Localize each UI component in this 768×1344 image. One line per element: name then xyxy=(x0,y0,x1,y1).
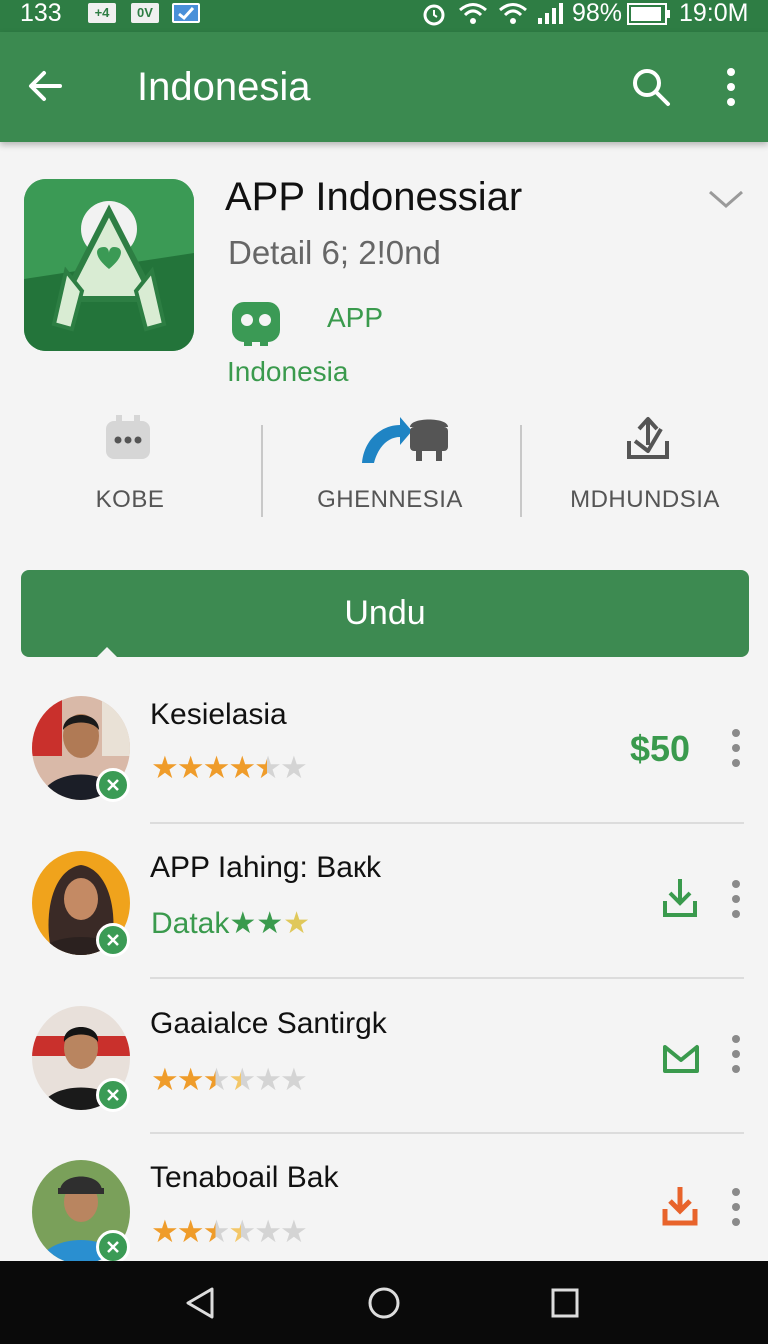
alarm-icon xyxy=(423,4,445,26)
status-box-2: 0V xyxy=(131,3,159,23)
battery-icon xyxy=(627,3,670,25)
status-box-1: +4 xyxy=(88,3,116,23)
row-divider xyxy=(150,822,744,824)
app-subtitle: Detail 6; 2!0nd xyxy=(228,234,441,271)
item-name: APP Iahing: Baкk xyxy=(150,851,382,884)
more-vertical-icon[interactable] xyxy=(718,66,744,108)
nav-recents-icon[interactable] xyxy=(550,1285,580,1321)
more-vertical-icon[interactable] xyxy=(728,879,744,919)
publisher-country[interactable]: Indonesia xyxy=(227,354,348,390)
check-badge-icon xyxy=(96,1230,130,1261)
check-badge-icon xyxy=(96,923,130,957)
item-name: Kesielasia xyxy=(150,698,287,731)
chat-bubble-icon xyxy=(106,415,150,459)
stat-label: KOBE xyxy=(95,486,165,513)
app-title: APP Indonessiar xyxy=(225,175,523,219)
download-orange-icon[interactable] xyxy=(662,1185,698,1227)
star-rating: Datak★★★ xyxy=(151,907,311,940)
nav-home-icon[interactable] xyxy=(366,1285,402,1321)
row-divider xyxy=(150,977,744,979)
battery-percent: 98% xyxy=(572,0,623,27)
star-rating: ★★★★★★ xyxy=(151,1214,308,1249)
robot-icon xyxy=(232,302,280,346)
page-title: Indonesia xyxy=(137,65,311,109)
wifi-icon xyxy=(459,3,487,24)
download-icon[interactable] xyxy=(662,877,698,919)
wifi-icon-2 xyxy=(499,3,527,24)
clock: 19:0M xyxy=(679,0,749,27)
publisher-label[interactable]: APP xyxy=(327,300,383,336)
stat-ghennesia: GHENNESIA xyxy=(290,405,490,525)
list-item[interactable]: APP Iahing: Baкk Datak★★★ xyxy=(0,845,768,1000)
mail-icon[interactable] xyxy=(662,1044,700,1074)
status-bar: 133 +4 0V 98% 19:0M xyxy=(0,0,768,32)
list-item[interactable]: Kesielasia ★★★★★★ $50 xyxy=(0,690,768,845)
navigation-bar xyxy=(0,1261,768,1344)
search-icon[interactable] xyxy=(630,66,672,108)
arrow-left-icon[interactable] xyxy=(26,66,66,106)
checkbox-notification-icon xyxy=(172,3,200,23)
stat-divider xyxy=(261,425,263,517)
stat-label: MDHUNDSIA xyxy=(570,486,720,513)
row-divider xyxy=(150,1132,744,1134)
list-item[interactable]: Tenaboail Bak ★★★★★★ xyxy=(0,1155,768,1261)
stat-label: GHENNESIA xyxy=(317,486,463,513)
star-rating: ★★★★★★ xyxy=(151,1062,308,1097)
rating-prefix: Datak xyxy=(151,907,230,940)
item-name: Tenaboail Bak xyxy=(150,1161,339,1194)
status-number: 133 xyxy=(20,0,62,27)
install-button[interactable]: Undu xyxy=(21,570,749,657)
check-badge-icon xyxy=(96,768,130,802)
stat-kobe: KOBE xyxy=(30,405,230,525)
app-icon xyxy=(24,179,194,351)
price-label[interactable]: $50 xyxy=(630,727,690,771)
more-vertical-icon[interactable] xyxy=(728,728,744,768)
stat-mdhundsia: MDHUNDSIA xyxy=(545,405,745,525)
item-name: Gaaialce Santirgk xyxy=(150,1007,387,1040)
app-bar: Indonesia xyxy=(0,32,768,142)
button-pointer xyxy=(95,647,119,659)
more-vertical-icon[interactable] xyxy=(728,1187,744,1227)
list-item[interactable]: Gaaialce Santirgk ★★★★★★ xyxy=(0,1000,768,1155)
stat-divider xyxy=(520,425,522,517)
chevron-down-icon[interactable] xyxy=(706,184,746,214)
android-icon xyxy=(362,417,448,463)
star-rating: ★★★★★★ xyxy=(151,750,308,785)
check-badge-icon xyxy=(96,1078,130,1112)
nav-back-icon[interactable] xyxy=(184,1285,216,1321)
upload-icon xyxy=(627,417,669,459)
more-vertical-icon[interactable] xyxy=(728,1034,744,1074)
signal-icon xyxy=(538,3,563,24)
